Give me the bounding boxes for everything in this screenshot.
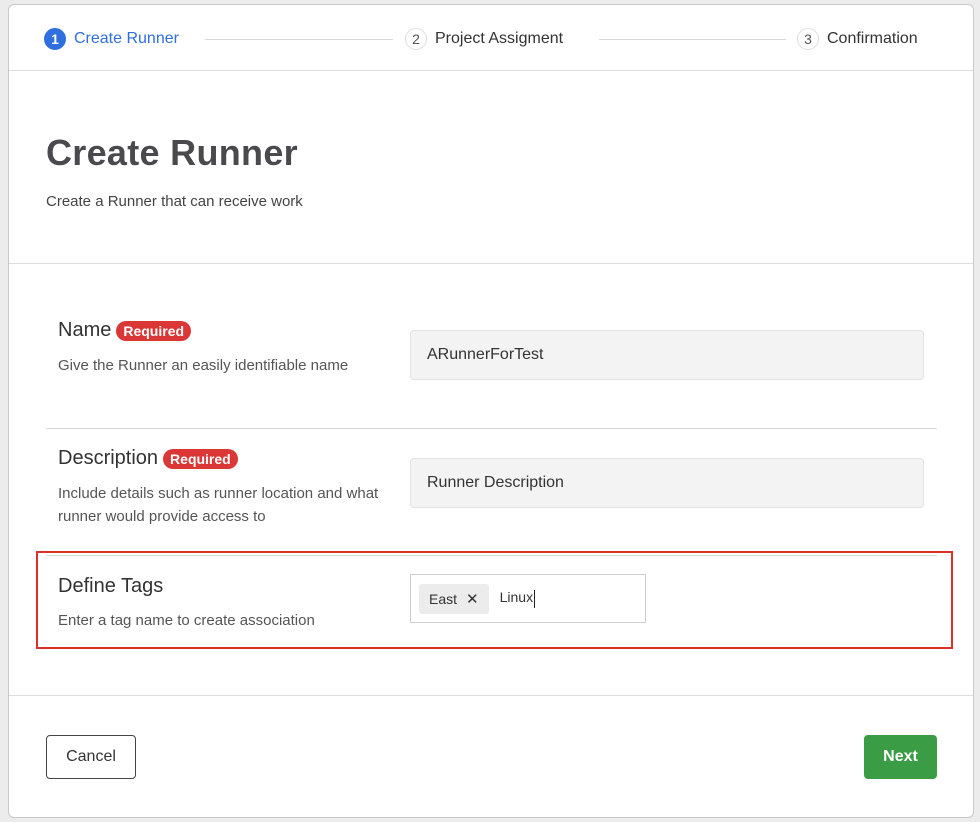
step-label: Create Runner — [74, 30, 179, 47]
cancel-button[interactable]: Cancel — [46, 735, 136, 779]
create-runner-dialog: 1 Create Runner 2 Project Assigment 3 Co… — [8, 4, 974, 818]
tags-label: Define Tags — [58, 575, 164, 597]
page-header: Create Runner Create a Runner that can r… — [9, 72, 973, 264]
step-confirmation[interactable]: 3 Confirmation — [797, 27, 918, 51]
required-badge: Required — [116, 320, 192, 341]
page-title: Create Runner — [46, 132, 298, 173]
wizard-stepper: 1 Create Runner 2 Project Assigment 3 Co… — [9, 5, 973, 71]
name-label: Name — [58, 319, 112, 341]
next-button[interactable]: Next — [864, 735, 937, 779]
name-help-text: Give the Runner an easily identifiable n… — [58, 357, 349, 374]
footer-divider — [9, 695, 973, 696]
name-label-group: Name Required — [58, 319, 192, 342]
tag-typed-text: Linux — [499, 589, 536, 608]
text-caret — [534, 589, 536, 608]
name-row: Name Required Give the Runner an easily … — [46, 319, 937, 419]
tag-chip: East ✕ — [419, 583, 489, 614]
description-row: Description Required Include details suc… — [46, 447, 937, 547]
step-connector — [205, 39, 393, 40]
name-input[interactable]: ARunnerForTest — [410, 330, 924, 380]
step-number: 2 — [405, 28, 427, 50]
tag-typed-value: Linux — [499, 589, 534, 606]
tags-input[interactable]: East ✕ Linux — [410, 574, 646, 623]
step-project-assignment[interactable]: 2 Project Assigment — [405, 27, 563, 51]
divider — [46, 428, 937, 429]
description-input[interactable]: Runner Description — [410, 458, 924, 508]
step-number: 1 — [44, 28, 66, 50]
step-label: Project Assigment — [435, 30, 564, 47]
description-label: Description — [58, 447, 159, 469]
required-badge: Required — [163, 448, 238, 469]
tags-label-group: Define Tags — [58, 575, 163, 598]
tag-chip-label: East — [429, 590, 458, 607]
page-subtitle: Create a Runner that can receive work — [46, 193, 303, 210]
tags-row: Define Tags Enter a tag name to create a… — [46, 573, 937, 643]
divider — [46, 555, 937, 556]
step-number: 3 — [797, 28, 819, 50]
step-connector — [599, 39, 786, 40]
tags-help-text: Enter a tag name to create association — [58, 612, 315, 629]
description-help-text: Include details such as runner location … — [58, 485, 379, 525]
description-label-group: Description Required — [58, 447, 238, 470]
step-create-runner[interactable]: 1 Create Runner — [44, 27, 179, 51]
step-label: Confirmation — [827, 30, 918, 47]
remove-tag-icon[interactable]: ✕ — [466, 590, 479, 608]
